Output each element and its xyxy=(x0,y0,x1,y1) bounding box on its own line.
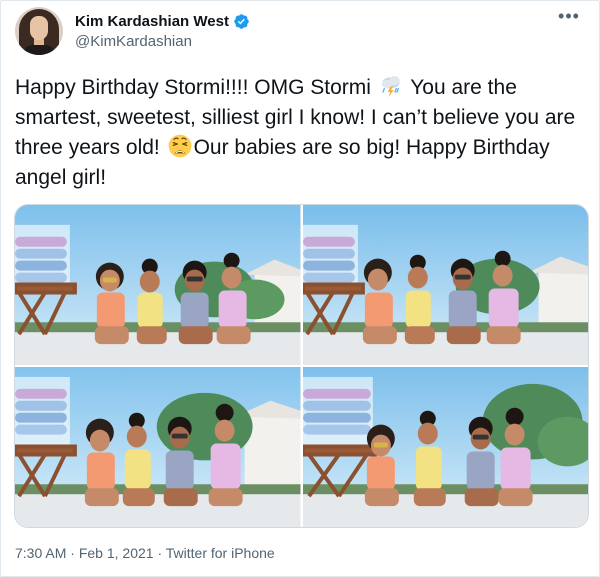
avatar-face xyxy=(30,16,48,40)
photo-4[interactable] xyxy=(302,367,588,527)
author-names: Kim Kardashian West @KimKardashian xyxy=(75,11,250,50)
avatar-clothing xyxy=(23,45,55,55)
photo-1[interactable] xyxy=(15,205,301,365)
tweet-text: Happy Birthday Stormi!!!! OMG Stormi You… xyxy=(15,73,589,193)
photo-illustration xyxy=(302,367,588,527)
photo-illustration xyxy=(302,205,588,365)
tweet-source[interactable]: Twitter for iPhone xyxy=(166,545,275,561)
weary-face-icon xyxy=(168,134,191,158)
more-options-icon[interactable]: ••• xyxy=(557,7,581,29)
tweet-date[interactable]: Feb 1, 2021 xyxy=(79,545,154,561)
meta-separator: · xyxy=(66,545,79,561)
tweet-text-part1: Happy Birthday Stormi!!!! OMG Stormi xyxy=(15,76,377,99)
meta-separator: · xyxy=(153,545,166,561)
tweet-meta: 7:30 AM · Feb 1, 2021 · Twitter for iPho… xyxy=(15,545,275,561)
verified-badge-icon xyxy=(234,13,249,29)
cloud-with-lightning-and-rain-icon xyxy=(381,76,400,98)
author-handle[interactable]: @KimKardashian xyxy=(75,33,250,50)
tweet-time[interactable]: 7:30 AM xyxy=(15,545,66,561)
display-name[interactable]: Kim Kardashian West xyxy=(75,13,229,30)
media-grid xyxy=(14,204,589,528)
tweet-header: Kim Kardashian West @KimKardashian ••• xyxy=(15,7,585,63)
display-name-row: Kim Kardashian West xyxy=(75,11,250,31)
avatar[interactable] xyxy=(15,7,63,55)
photo-illustration xyxy=(15,205,301,365)
photo-illustration xyxy=(15,367,301,527)
tweet-card: Kim Kardashian West @KimKardashian ••• H… xyxy=(0,0,600,577)
photo-3[interactable] xyxy=(15,367,301,527)
photo-2[interactable] xyxy=(302,205,588,365)
